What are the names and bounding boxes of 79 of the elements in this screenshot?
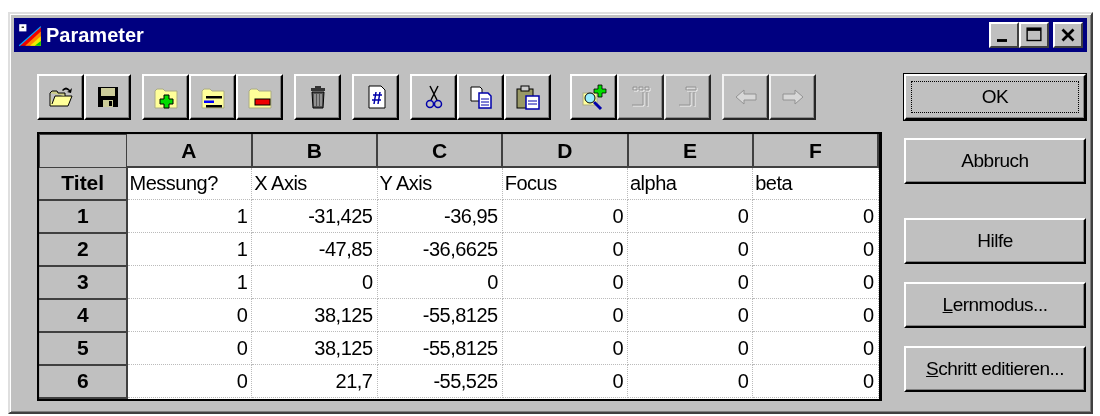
minimize-button[interactable] [989, 22, 1019, 48]
column-header[interactable]: B [251, 134, 377, 167]
add-row-button[interactable] [142, 74, 189, 120]
title-cell[interactable]: alpha [627, 167, 753, 200]
dialog-button[interactable]: OK [904, 74, 1086, 120]
dialog-button[interactable]: Lernmodus... [904, 282, 1086, 328]
column-header[interactable]: E [627, 134, 753, 167]
table-cell[interactable]: -55,8125 [377, 298, 503, 332]
insert-row-button[interactable] [189, 74, 236, 120]
column-header[interactable]: A [126, 134, 252, 167]
table-cell[interactable]: 0 [126, 298, 252, 332]
table-cell[interactable]: 0 [502, 232, 628, 266]
magnifier-plus-icon [579, 83, 608, 111]
open-button[interactable] [37, 74, 84, 120]
clipboard-icon [513, 83, 542, 111]
table-cell[interactable]: 0 [627, 331, 753, 365]
table-cell[interactable]: 21,7 [251, 364, 377, 398]
table-cell[interactable]: 0 [627, 199, 753, 233]
table-cell[interactable]: 0 [752, 364, 878, 398]
number-button[interactable] [352, 74, 399, 120]
row-header[interactable]: 5 [39, 331, 127, 365]
delete-row-button[interactable] [236, 74, 283, 120]
title-cell[interactable]: Focus [502, 167, 628, 200]
table-cell[interactable]: 0 [126, 364, 252, 398]
table-cell[interactable]: 0 [627, 232, 753, 266]
dialog-button[interactable]: Abbruch [904, 138, 1086, 184]
column-header[interactable]: C [377, 134, 503, 167]
dialog-button[interactable]: Hilfe [904, 218, 1086, 264]
table-cell[interactable]: 0 [377, 265, 503, 299]
column-header[interactable]: D [502, 134, 628, 167]
table-cell[interactable]: 0 [502, 199, 628, 233]
copy-button[interactable] [457, 74, 504, 120]
cut-button[interactable] [410, 74, 457, 120]
minimize-icon [997, 38, 1007, 42]
title-cell[interactable]: beta [752, 167, 878, 200]
table-cell[interactable]: 0 [752, 265, 878, 299]
table-cell[interactable]: 0 [502, 364, 628, 398]
table-cell[interactable]: 0 [752, 298, 878, 332]
table-cell[interactable]: -55,8125 [377, 331, 503, 365]
column-header[interactable]: F [752, 134, 878, 167]
window-title: Parameter [46, 23, 144, 47]
table-cell[interactable]: 1 [126, 199, 252, 233]
row-header[interactable]: 3 [39, 265, 127, 299]
table-cell[interactable]: -36,6625 [377, 232, 503, 266]
table-cell[interactable]: -47,85 [251, 232, 377, 266]
delete-button[interactable] [294, 74, 341, 120]
close-button[interactable] [1053, 22, 1083, 48]
table-cell[interactable]: -31,425 [251, 199, 377, 233]
table-cell[interactable]: 0 [752, 232, 878, 266]
table-cell[interactable]: -36,95 [377, 199, 503, 233]
table-cell[interactable]: -55,525 [377, 364, 503, 398]
chart-icon [18, 23, 42, 47]
paste-button[interactable] [504, 74, 551, 120]
table-cell[interactable]: 1 [126, 232, 252, 266]
title-cell[interactable]: X Axis [251, 167, 377, 200]
title-cell[interactable]: Messung? [126, 167, 252, 200]
row-header[interactable]: 2 [39, 232, 127, 266]
table-cell[interactable]: 1 [126, 265, 252, 299]
dialog-button[interactable]: Schritt editieren... [904, 346, 1086, 392]
table-cell[interactable]: 38,125 [251, 331, 377, 365]
title-cell[interactable]: Y Axis [377, 167, 503, 200]
maximize-button[interactable] [1019, 22, 1049, 48]
table-cell[interactable]: 0 [251, 265, 377, 299]
table-cell[interactable]: 0 [627, 265, 753, 299]
table-cell[interactable]: 0 [627, 364, 753, 398]
table-cell[interactable]: 0 [502, 298, 628, 332]
table-cell[interactable]: 0 [502, 265, 628, 299]
table-cell[interactable]: 0 [752, 199, 878, 233]
row-header[interactable]: Titel [39, 167, 127, 200]
table-cell[interactable]: 0 [126, 331, 252, 365]
row-header[interactable]: 1 [39, 199, 127, 233]
row-header[interactable]: 6 [39, 364, 127, 398]
row-header[interactable]: 4 [39, 298, 127, 332]
zoom-add-button[interactable] [570, 74, 617, 120]
table-cell[interactable]: 0 [627, 298, 753, 332]
save-button[interactable] [84, 74, 131, 120]
table-cell[interactable]: 0 [752, 331, 878, 365]
table-cell[interactable]: 38,125 [251, 298, 377, 332]
table-cell[interactable]: 0 [502, 331, 628, 365]
